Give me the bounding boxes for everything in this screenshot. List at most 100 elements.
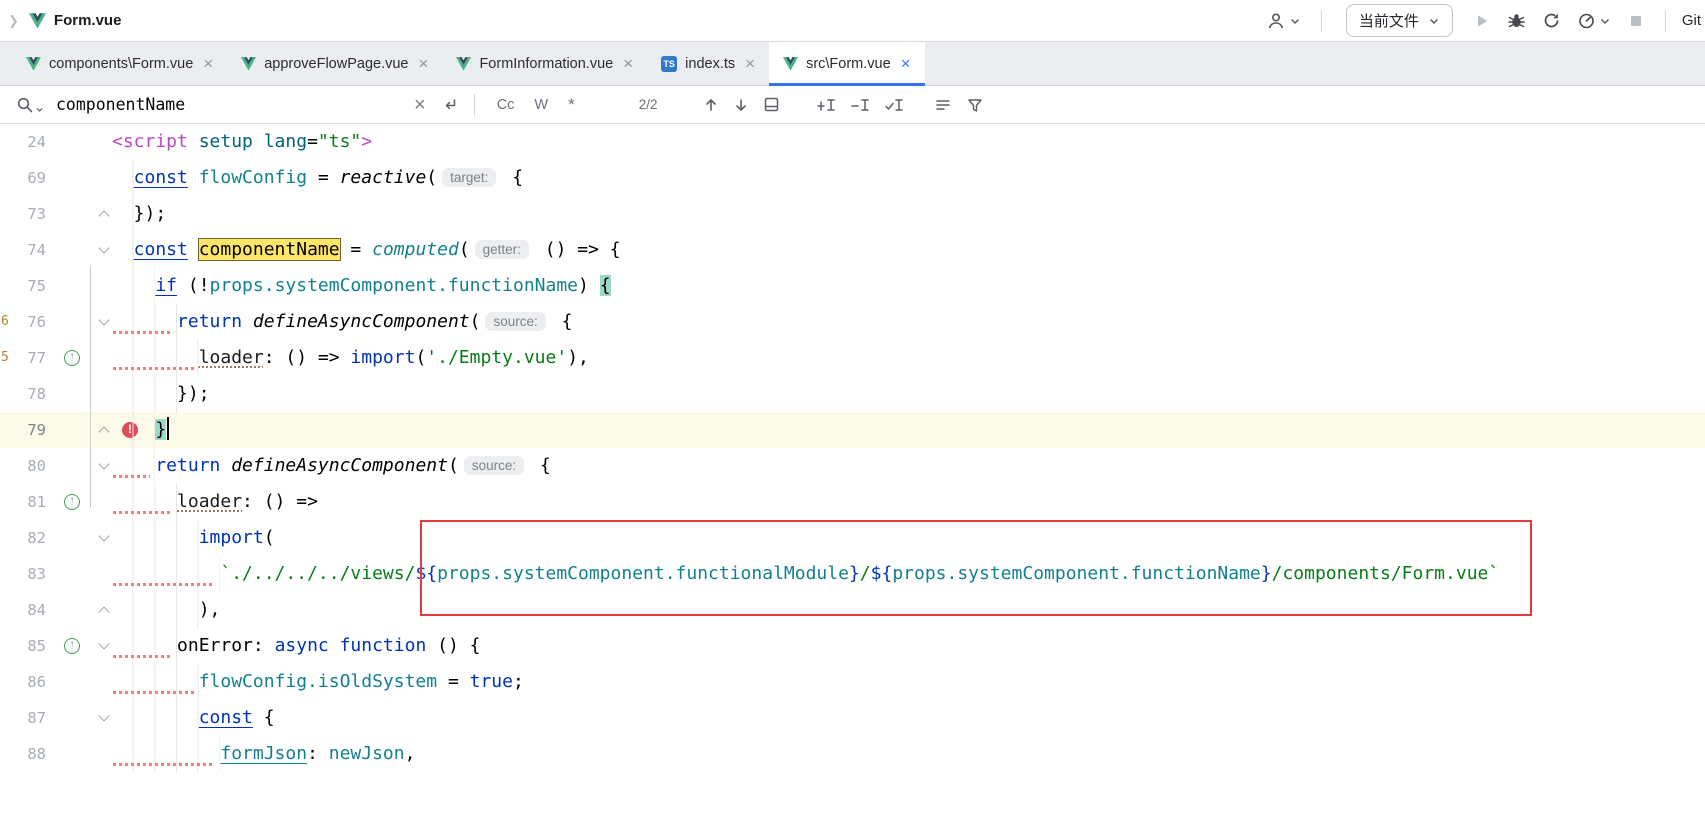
chevron-down-icon [1289, 15, 1301, 27]
line-number[interactable]: 87 [0, 700, 46, 736]
fold-icon[interactable] [98, 210, 109, 221]
tab-close-icon[interactable]: × [899, 55, 913, 72]
whole-words-toggle[interactable]: W [526, 95, 556, 115]
tab-close-icon[interactable]: × [621, 55, 635, 72]
line-number[interactable]: 78 [0, 376, 46, 412]
line-number[interactable]: 82 [0, 520, 46, 556]
code-line[interactable]: 75if (!props.systemComponent.functionNam… [0, 268, 1705, 304]
search-result-count: 2/2 [639, 97, 658, 112]
fold-icon[interactable] [98, 638, 109, 649]
line-number[interactable]: 75 [0, 268, 46, 304]
gutter-arrow-icon[interactable]: ↑ [64, 350, 80, 366]
line-number[interactable]: 83 [0, 556, 46, 592]
debug-button[interactable] [1501, 7, 1532, 34]
stop-button[interactable] [1621, 8, 1651, 34]
editor-lines: 24<script setup lang="ts">69const flowCo… [0, 124, 1705, 772]
code-line[interactable]: 88formJson: newJson, [0, 736, 1705, 772]
fold-icon[interactable] [98, 314, 109, 325]
tab-bar: components\Form.vue×approveFlowPage.vue×… [0, 42, 1705, 86]
fold-icon[interactable] [98, 242, 109, 253]
select-all-occurrences-button[interactable] [879, 94, 909, 116]
inlay-hint: getter: [475, 240, 529, 259]
chevron-right-icon[interactable]: ❯ [6, 13, 21, 29]
editor-tab[interactable]: components\Form.vue × [12, 42, 227, 85]
filter-lines-button[interactable] [929, 94, 957, 116]
fold-icon[interactable] [98, 606, 109, 617]
error-squiggle [113, 655, 172, 658]
regex-toggle[interactable]: * [560, 93, 583, 117]
code-line[interactable]: 766return defineAsyncComponent(source: { [0, 304, 1705, 340]
fold-icon[interactable] [98, 426, 109, 437]
editor-tab[interactable]: TSindex.ts× [647, 42, 769, 85]
open-in-find-window-button[interactable] [758, 94, 785, 115]
text-caret [167, 417, 169, 440]
title-bar: ❯ Form.vue 当前文件 Git [0, 0, 1705, 42]
fold-icon[interactable] [98, 530, 109, 541]
coverage-icon [1542, 11, 1561, 30]
tab-label: index.ts [685, 56, 735, 72]
code-line[interactable]: 86flowConfig.isOldSystem = true; [0, 664, 1705, 700]
code-line[interactable]: 74const componentName = computed(getter:… [0, 232, 1705, 268]
search-filter-button[interactable] [961, 94, 989, 116]
clear-search-icon[interactable]: × [408, 95, 432, 115]
coverage-button[interactable] [1536, 7, 1567, 34]
error-squiggle [113, 511, 172, 514]
profiler-button[interactable] [1571, 7, 1617, 34]
line-number[interactable]: 84 [0, 592, 46, 628]
line-number[interactable]: 79 [0, 412, 46, 448]
line-number[interactable]: 85 [0, 628, 46, 664]
editor-tab[interactable]: src\Form.vue × [769, 42, 925, 85]
error-squiggle [113, 331, 172, 334]
error-squiggle [113, 691, 194, 694]
user-icon [1266, 11, 1286, 31]
code-line[interactable]: 87const { [0, 700, 1705, 736]
search-input[interactable]: componentName [56, 95, 408, 114]
vue-file-icon [241, 57, 256, 71]
vue-file-icon [783, 57, 798, 71]
code-line[interactable]: 775↑loader: () => import('./Empty.vue'), [0, 340, 1705, 376]
tab-close-icon[interactable]: × [743, 55, 757, 72]
code-line[interactable]: 78}); [0, 376, 1705, 412]
code-line[interactable]: 69const flowConfig = reactive(target: { [0, 160, 1705, 196]
remove-selection-button[interactable] [845, 94, 875, 116]
user-menu-button[interactable] [1260, 7, 1307, 35]
editor-tab[interactable]: approveFlowPage.vue× [227, 42, 442, 85]
code-line[interactable]: 73}); [0, 196, 1705, 232]
editor-tab[interactable]: FormInformation.vue× [442, 42, 647, 85]
newline-icon[interactable] [436, 94, 464, 116]
gutter-arrow-icon[interactable]: ↑ [64, 494, 80, 510]
line-number[interactable]: 69 [0, 160, 46, 196]
tab-label: src\Form.vue [806, 56, 891, 72]
match-case-toggle[interactable]: Cc [489, 95, 523, 115]
code-line[interactable]: 79!} [0, 412, 1705, 448]
line-number[interactable]: 81 [0, 484, 46, 520]
run-config-selector[interactable]: 当前文件 [1346, 4, 1453, 37]
divider [1665, 10, 1666, 32]
git-widget[interactable]: Git [1682, 12, 1701, 29]
code-line[interactable]: 24<script setup lang="ts"> [0, 124, 1705, 160]
tab-close-icon[interactable]: × [417, 55, 431, 72]
next-occurrence-button[interactable] [728, 95, 754, 115]
fold-icon[interactable] [98, 710, 109, 721]
gutter-arrow-icon[interactable]: ↑ [64, 638, 80, 654]
line-number[interactable]: 86 [0, 664, 46, 700]
tab-close-icon[interactable]: × [201, 55, 215, 72]
add-selection-button[interactable] [811, 94, 841, 116]
tab-label: components\Form.vue [49, 56, 193, 72]
code-line[interactable]: 81↑loader: () => [0, 484, 1705, 520]
search-icon[interactable] [16, 96, 44, 114]
code-line[interactable]: 85↑onError: async function () { [0, 628, 1705, 664]
line-number[interactable]: 73 [0, 196, 46, 232]
run-button[interactable] [1467, 8, 1497, 34]
line-number[interactable]: 88 [0, 736, 46, 772]
editor[interactable]: 24<script setup lang="ts">69const flowCo… [0, 124, 1705, 820]
error-squiggle [113, 583, 215, 586]
fold-icon[interactable] [98, 458, 109, 469]
line-number[interactable]: 80 [0, 448, 46, 484]
bookmark-mnemonic: 6 [1, 304, 9, 340]
line-number[interactable]: 74 [0, 232, 46, 268]
code-line[interactable]: 80return defineAsyncComponent(source: { [0, 448, 1705, 484]
window-title: Form.vue [54, 12, 122, 29]
line-number[interactable]: 24 [0, 124, 46, 160]
previous-occurrence-button[interactable] [698, 95, 724, 115]
